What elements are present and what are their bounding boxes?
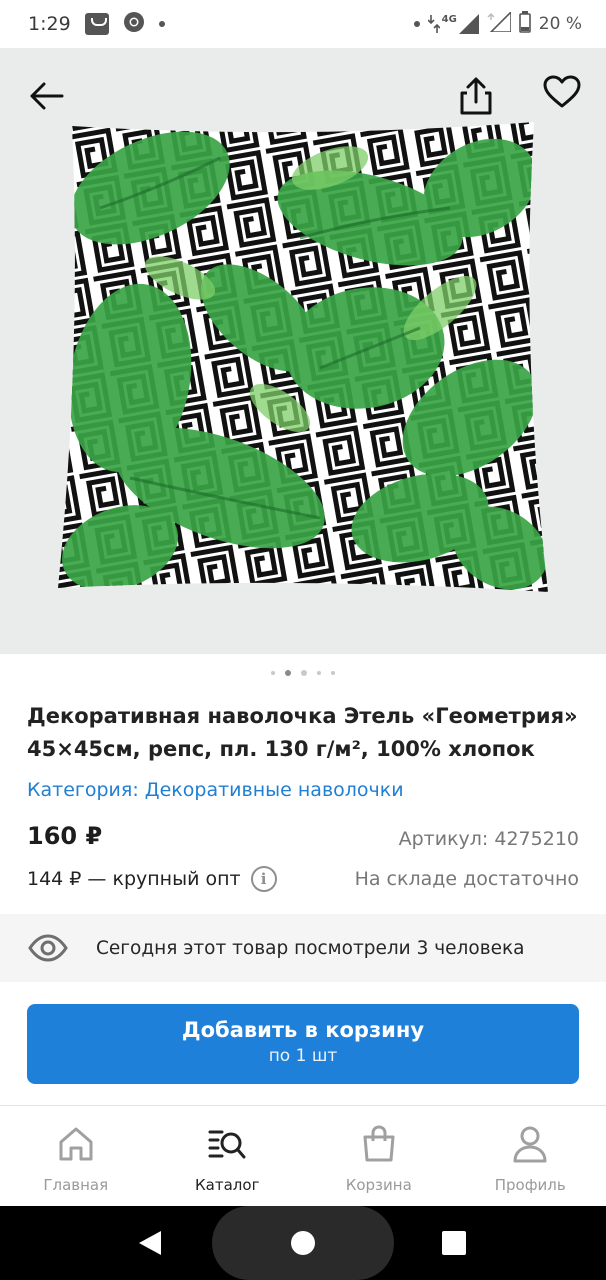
status-time: 1:29 [28, 13, 71, 35]
profile-icon [510, 1124, 550, 1164]
battery-percent: 20 % [538, 14, 582, 34]
pager-dot[interactable] [301, 670, 307, 676]
bottom-tab-bar: Главная Каталог Корзина Профиль [0, 1105, 606, 1206]
product-price: 160 ₽ [27, 822, 103, 850]
product-title: Декоративная наволочка Этель «Геометрия»… [27, 704, 578, 761]
gallery-pager [0, 670, 606, 676]
battery-icon [518, 10, 531, 38]
tab-cart-label: Корзина [345, 1176, 412, 1194]
share-button[interactable] [450, 70, 502, 122]
status-bar: 1:29 4G 20 % [0, 0, 606, 48]
network-4g-icon: 4G [427, 13, 479, 35]
back-button[interactable] [20, 70, 72, 122]
system-home-circle[interactable] [273, 1206, 333, 1280]
product-sku: Артикул: 4275210 [398, 828, 579, 850]
tab-profile-label: Профиль [494, 1176, 566, 1194]
circle-home-icon [291, 1231, 315, 1255]
arrow-left-icon [30, 82, 64, 110]
signal-icon [487, 9, 512, 37]
share-icon [460, 77, 492, 115]
system-recents-button[interactable] [424, 1206, 484, 1280]
eye-icon [28, 928, 68, 968]
add-to-cart-quantity: по 1 шт [268, 1046, 338, 1066]
system-back-button[interactable] [120, 1206, 180, 1280]
tab-home[interactable]: Главная [0, 1106, 152, 1206]
notification-dot-icon [158, 21, 165, 27]
catalog-search-icon [207, 1124, 247, 1164]
bag-icon [359, 1124, 399, 1164]
add-to-cart-button[interactable]: Добавить в корзину по 1 шт [27, 1004, 579, 1084]
add-to-cart-label: Добавить в корзину [181, 1018, 425, 1042]
pager-dot[interactable] [271, 671, 275, 675]
wholesale-price-label: 144 ₽ — крупный опт [27, 868, 241, 890]
favorite-button[interactable] [536, 66, 588, 118]
tab-catalog-label: Каталог [195, 1176, 260, 1194]
tab-home-label: Главная [43, 1176, 109, 1194]
stock-status: На складе достаточно [354, 868, 579, 890]
tab-catalog[interactable]: Каталог [152, 1106, 304, 1206]
wholesale-price: 144 ₽ — крупный опт i [27, 866, 277, 892]
pager-dot[interactable] [331, 671, 335, 675]
pager-dot-active[interactable] [285, 670, 291, 676]
triangle-back-icon [139, 1231, 161, 1255]
network-label: 4G [441, 13, 457, 25]
chrome-icon [123, 11, 145, 38]
system-navigation-bar [0, 1206, 606, 1280]
category-link[interactable]: Категория: Декоративные наволочки [27, 779, 404, 801]
views-notice-text: Сегодня этот товар посмотрели 3 человека [96, 937, 525, 959]
tab-cart[interactable]: Корзина [303, 1106, 455, 1206]
pillow-image [58, 122, 548, 592]
product-image-gallery[interactable] [0, 48, 606, 654]
tab-profile[interactable]: Профиль [455, 1106, 606, 1206]
heart-icon [543, 75, 581, 108]
info-icon[interactable]: i [250, 866, 277, 892]
views-notice: Сегодня этот товар посмотрели 3 человека [0, 914, 606, 982]
shopping-app-notification-icon [84, 13, 109, 35]
pager-dot[interactable] [317, 671, 321, 675]
square-recents-icon [442, 1231, 466, 1255]
home-icon [56, 1124, 96, 1164]
status-dot-icon [413, 21, 420, 27]
